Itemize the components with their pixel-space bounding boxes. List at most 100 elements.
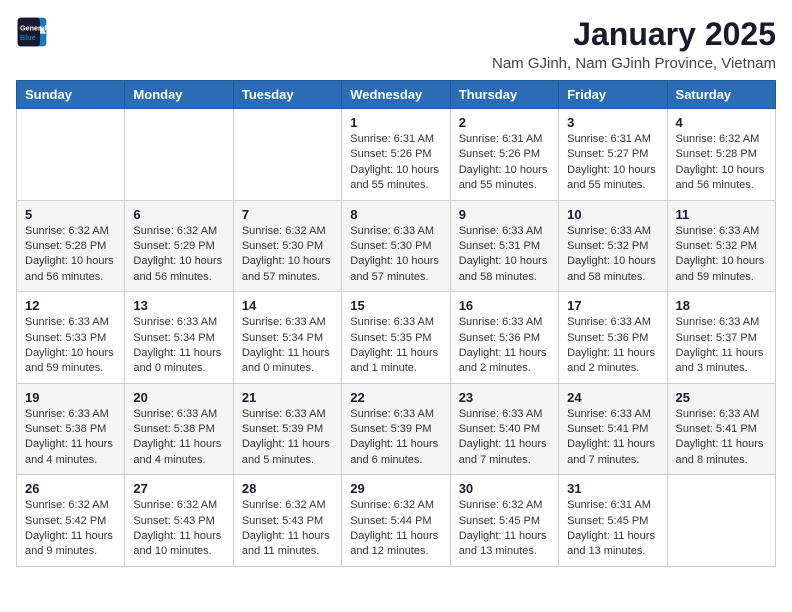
day-info: Sunrise: 6:32 AM Sunset: 5:42 PM Dayligh… [25,498,116,560]
calendar-subtitle: Nam GJinh, Nam GJinh Province, Vietnam [492,55,776,72]
calendar-cell [233,109,341,201]
header-saturday: Saturday [667,81,775,109]
day-number: 29 [350,481,441,496]
calendar-cell: 5 Sunrise: 6:32 AM Sunset: 5:28 PM Daylig… [17,200,125,292]
calendar-title: January 2025 [492,16,776,53]
calendar-cell: 1Sunrise: 6:31 AM Sunset: 5:26 PM Daylig… [342,109,450,201]
calendar-cell: 26 Sunrise: 6:32 AM Sunset: 5:42 PM Dayli… [17,475,125,567]
day-number: 16 [459,298,550,313]
calendar-cell: 15 Sunrise: 6:33 AM Sunset: 5:35 PM Dayli… [342,292,450,384]
day-number: 23 [459,390,550,405]
day-info: Sunrise: 6:31 AM Sunset: 5:45 PM Dayligh… [567,498,658,560]
calendar-cell: 17 Sunrise: 6:33 AM Sunset: 5:36 PM Dayli… [559,292,667,384]
day-info: Sunrise: 6:32 AM Sunset: 5:28 PM Dayligh… [676,132,767,194]
calendar-cell: 22 Sunrise: 6:33 AM Sunset: 5:39 PM Dayli… [342,383,450,475]
calendar-cell: 20 Sunrise: 6:33 AM Sunset: 5:38 PM Dayli… [125,383,233,475]
calendar-cell: 4 Sunrise: 6:32 AM Sunset: 5:28 PM Daylig… [667,109,775,201]
calendar-cell: 25Sunrise: 6:33 AM Sunset: 5:41 PM Dayli… [667,383,775,475]
week-row-2: 5 Sunrise: 6:32 AM Sunset: 5:28 PM Daylig… [17,200,776,292]
day-info: Sunrise: 6:31 AM Sunset: 5:26 PM Dayligh… [459,132,550,194]
calendar-cell: 28Sunrise: 6:32 AM Sunset: 5:43 PM Dayli… [233,475,341,567]
calendar-table: SundayMondayTuesdayWednesdayThursdayFrid… [16,80,776,567]
day-info: Sunrise: 6:33 AM Sunset: 5:34 PM Dayligh… [133,315,224,377]
calendar-cell: 21 Sunrise: 6:33 AM Sunset: 5:39 PM Dayli… [233,383,341,475]
day-info: Sunrise: 6:31 AM Sunset: 5:27 PM Dayligh… [567,132,658,194]
header-tuesday: Tuesday [233,81,341,109]
day-info: Sunrise: 6:32 AM Sunset: 5:28 PM Dayligh… [25,224,116,286]
logo-icon: General Blue [16,16,48,48]
day-info: Sunrise: 6:33 AM Sunset: 5:39 PM Dayligh… [350,407,441,469]
day-info: Sunrise: 6:33 AM Sunset: 5:32 PM Dayligh… [676,224,767,286]
day-number: 26 [25,481,116,496]
week-row-1: 1 Sunrise: 6:31 AM Sunset: 5:26 PM Daylig… [17,109,776,201]
svg-text:General: General [20,23,47,32]
day-number: 11 [676,207,767,222]
day-number: 2 [459,115,550,130]
svg-text:Blue: Blue [20,33,36,42]
day-number: 4 [676,115,767,130]
day-number: 30 [459,481,550,496]
day-info: Sunrise: 6:32 AM Sunset: 5:30 PM Dayligh… [242,224,333,286]
calendar-cell: 10Sunrise: 6:33 AM Sunset: 5:32 PM Dayli… [559,200,667,292]
day-info: Sunrise: 6:33 AM Sunset: 5:36 PM Dayligh… [567,315,658,377]
day-info: Sunrise: 6:33 AM Sunset: 5:41 PM Dayligh… [676,407,767,469]
day-info: Sunrise: 6:33 AM Sunset: 5:30 PM Dayligh… [350,224,441,286]
day-number: 14 [242,298,333,313]
day-number: 1 [350,115,441,130]
calendar-cell: 29 Sunrise: 6:32 AM Sunset: 5:44 PM Dayli… [342,475,450,567]
calendar-cell: 8Sunrise: 6:33 AM Sunset: 5:30 PM Daylig… [342,200,450,292]
title-block: January 2025 Nam GJinh, Nam GJinh Provin… [492,16,776,72]
day-number: 21 [242,390,333,405]
calendar-cell: 3Sunrise: 6:31 AM Sunset: 5:27 PM Daylig… [559,109,667,201]
day-number: 15 [350,298,441,313]
day-number: 22 [350,390,441,405]
day-info: Sunrise: 6:33 AM Sunset: 5:35 PM Dayligh… [350,315,441,377]
calendar-cell: 9 Sunrise: 6:33 AM Sunset: 5:31 PM Daylig… [450,200,558,292]
calendar-cell: 6Sunrise: 6:32 AM Sunset: 5:29 PM Daylig… [125,200,233,292]
week-row-5: 26 Sunrise: 6:32 AM Sunset: 5:42 PM Dayli… [17,475,776,567]
calendar-cell: 16 Sunrise: 6:33 AM Sunset: 5:36 PM Dayli… [450,292,558,384]
day-info: Sunrise: 6:33 AM Sunset: 5:38 PM Dayligh… [133,407,224,469]
header-monday: Monday [125,81,233,109]
calendar-cell [125,109,233,201]
calendar-cell [17,109,125,201]
day-info: Sunrise: 6:33 AM Sunset: 5:36 PM Dayligh… [459,315,550,377]
day-info: Sunrise: 6:32 AM Sunset: 5:44 PM Dayligh… [350,498,441,560]
day-number: 27 [133,481,224,496]
calendar-cell: 24Sunrise: 6:33 AM Sunset: 5:41 PM Dayli… [559,383,667,475]
day-number: 5 [25,207,116,222]
day-info: Sunrise: 6:33 AM Sunset: 5:37 PM Dayligh… [676,315,767,377]
day-info: Sunrise: 6:33 AM Sunset: 5:40 PM Dayligh… [459,407,550,469]
day-info: Sunrise: 6:32 AM Sunset: 5:45 PM Dayligh… [459,498,550,560]
day-number: 13 [133,298,224,313]
day-number: 18 [676,298,767,313]
header-friday: Friday [559,81,667,109]
day-info: Sunrise: 6:33 AM Sunset: 5:34 PM Dayligh… [242,315,333,377]
day-number: 7 [242,207,333,222]
header-thursday: Thursday [450,81,558,109]
calendar-header-row: SundayMondayTuesdayWednesdayThursdayFrid… [17,81,776,109]
logo: General Blue [16,16,48,48]
calendar-cell: 2 Sunrise: 6:31 AM Sunset: 5:26 PM Daylig… [450,109,558,201]
day-info: Sunrise: 6:33 AM Sunset: 5:38 PM Dayligh… [25,407,116,469]
day-info: Sunrise: 6:33 AM Sunset: 5:31 PM Dayligh… [459,224,550,286]
calendar-cell: 14 Sunrise: 6:33 AM Sunset: 5:34 PM Dayli… [233,292,341,384]
page-header: General Blue January 2025 Nam GJinh, Nam… [16,16,776,72]
day-info: Sunrise: 6:33 AM Sunset: 5:39 PM Dayligh… [242,407,333,469]
day-info: Sunrise: 6:33 AM Sunset: 5:33 PM Dayligh… [25,315,116,377]
day-number: 20 [133,390,224,405]
calendar-cell: 18 Sunrise: 6:33 AM Sunset: 5:37 PM Dayli… [667,292,775,384]
day-number: 12 [25,298,116,313]
calendar-cell [667,475,775,567]
day-number: 10 [567,207,658,222]
day-number: 9 [459,207,550,222]
calendar-cell: 13 Sunrise: 6:33 AM Sunset: 5:34 PM Dayli… [125,292,233,384]
day-number: 28 [242,481,333,496]
header-wednesday: Wednesday [342,81,450,109]
day-info: Sunrise: 6:33 AM Sunset: 5:41 PM Dayligh… [567,407,658,469]
day-info: Sunrise: 6:32 AM Sunset: 5:43 PM Dayligh… [133,498,224,560]
week-row-3: 12 Sunrise: 6:33 AM Sunset: 5:33 PM Dayli… [17,292,776,384]
day-number: 17 [567,298,658,313]
header-sunday: Sunday [17,81,125,109]
calendar-cell: 19Sunrise: 6:33 AM Sunset: 5:38 PM Dayli… [17,383,125,475]
